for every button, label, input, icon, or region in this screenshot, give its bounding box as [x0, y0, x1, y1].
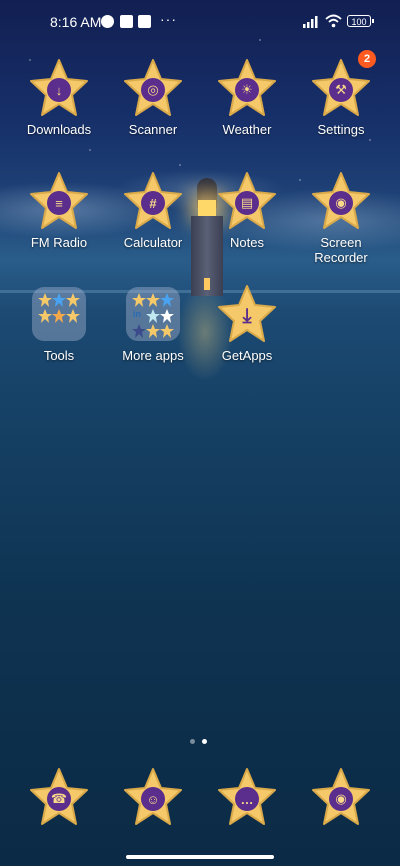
- mini-app-icon: [146, 293, 160, 307]
- dock-camera[interactable]: ◉: [293, 767, 389, 827]
- phone-icon: ☎: [29, 767, 89, 827]
- app-settings[interactable]: ⚒ Settings: [293, 58, 389, 137]
- mini-app-icon: [52, 293, 66, 307]
- folder-icon: [32, 287, 86, 341]
- folder-label: More apps: [122, 348, 184, 363]
- getapps-download-icon: ⤓: [217, 284, 277, 344]
- folder-more-apps[interactable]: in More apps: [105, 284, 201, 363]
- mini-app-icon: [146, 309, 160, 323]
- app-label: Downloads: [26, 122, 92, 137]
- mini-app-icon: [160, 293, 174, 307]
- app-calculator[interactable]: # Calculator: [105, 171, 201, 250]
- notification-badge: 2: [358, 50, 376, 68]
- app-label: FM Radio: [30, 235, 88, 250]
- screenshot-icon: [120, 15, 133, 28]
- more-notifications-icon: ···: [160, 11, 177, 27]
- status-bar: 8:16 AM ··· 100: [0, 0, 400, 44]
- app-notes[interactable]: ▤ Notes: [199, 171, 295, 250]
- app-fm-radio[interactable]: ≡ FM Radio: [11, 171, 107, 250]
- mini-app-icon: [52, 309, 66, 323]
- note-icon: ▤: [217, 171, 277, 231]
- folder-tools[interactable]: Tools: [11, 284, 107, 363]
- gesture-home-bar[interactable]: [126, 855, 274, 859]
- page-dot-1[interactable]: [190, 739, 195, 744]
- calculator-icon: #: [123, 171, 183, 231]
- app-screen-recorder[interactable]: ◉ Screen Recorder: [293, 171, 389, 265]
- app-scanner[interactable]: ◎ Scanner: [105, 58, 201, 137]
- signal-icon: [303, 16, 318, 28]
- download-icon: ↓: [29, 58, 89, 118]
- app-downloads[interactable]: ↓ Downloads: [11, 58, 107, 137]
- folder-label: Tools: [43, 348, 75, 363]
- data-saver-icon: [101, 15, 114, 28]
- dock-phone[interactable]: ☎: [11, 767, 107, 827]
- mini-app-icon: [38, 309, 52, 323]
- dock-contacts[interactable]: ☺: [105, 767, 201, 827]
- contacts-icon: ☺: [123, 767, 183, 827]
- app-label: Calculator: [123, 235, 183, 250]
- app-label: Scanner: [128, 122, 178, 137]
- page-dot-2-active[interactable]: [202, 739, 207, 744]
- app-label: GetApps: [221, 348, 273, 363]
- app-label: Notes: [230, 235, 264, 250]
- upload-icon: [138, 15, 151, 28]
- app-label: Screen Recorder: [314, 235, 368, 265]
- scanner-icon: ◎: [123, 58, 183, 118]
- mini-app-icon: [146, 324, 160, 338]
- mini-app-icon: [38, 293, 52, 307]
- mini-app-icon: [66, 309, 80, 323]
- weather-icon: ☀: [217, 58, 277, 118]
- app-getapps[interactable]: ⤓ GetApps: [199, 284, 295, 363]
- mini-app-icon: [160, 309, 174, 323]
- folder-icon: in: [126, 287, 180, 341]
- mini-app-icon: [132, 293, 146, 307]
- messaging-icon: …: [217, 767, 277, 827]
- app-weather[interactable]: ☀ Weather: [199, 58, 295, 137]
- camera-icon: ◉: [311, 767, 371, 827]
- dock-messaging[interactable]: …: [199, 767, 295, 827]
- page-indicator[interactable]: [190, 731, 214, 749]
- wifi-icon: [325, 14, 342, 28]
- app-label: Settings: [317, 122, 365, 137]
- mini-app-icon: [132, 324, 146, 338]
- status-time: 8:16 AM: [50, 14, 102, 30]
- mini-app-icon: [66, 293, 80, 307]
- equalizer-icon: ≡: [29, 171, 89, 231]
- battery-icon: 100: [347, 15, 374, 27]
- linkedin-mini-icon: in: [133, 309, 141, 319]
- mini-app-icon: [160, 324, 174, 338]
- app-label: Weather: [222, 122, 272, 137]
- record-icon: ◉: [311, 171, 371, 231]
